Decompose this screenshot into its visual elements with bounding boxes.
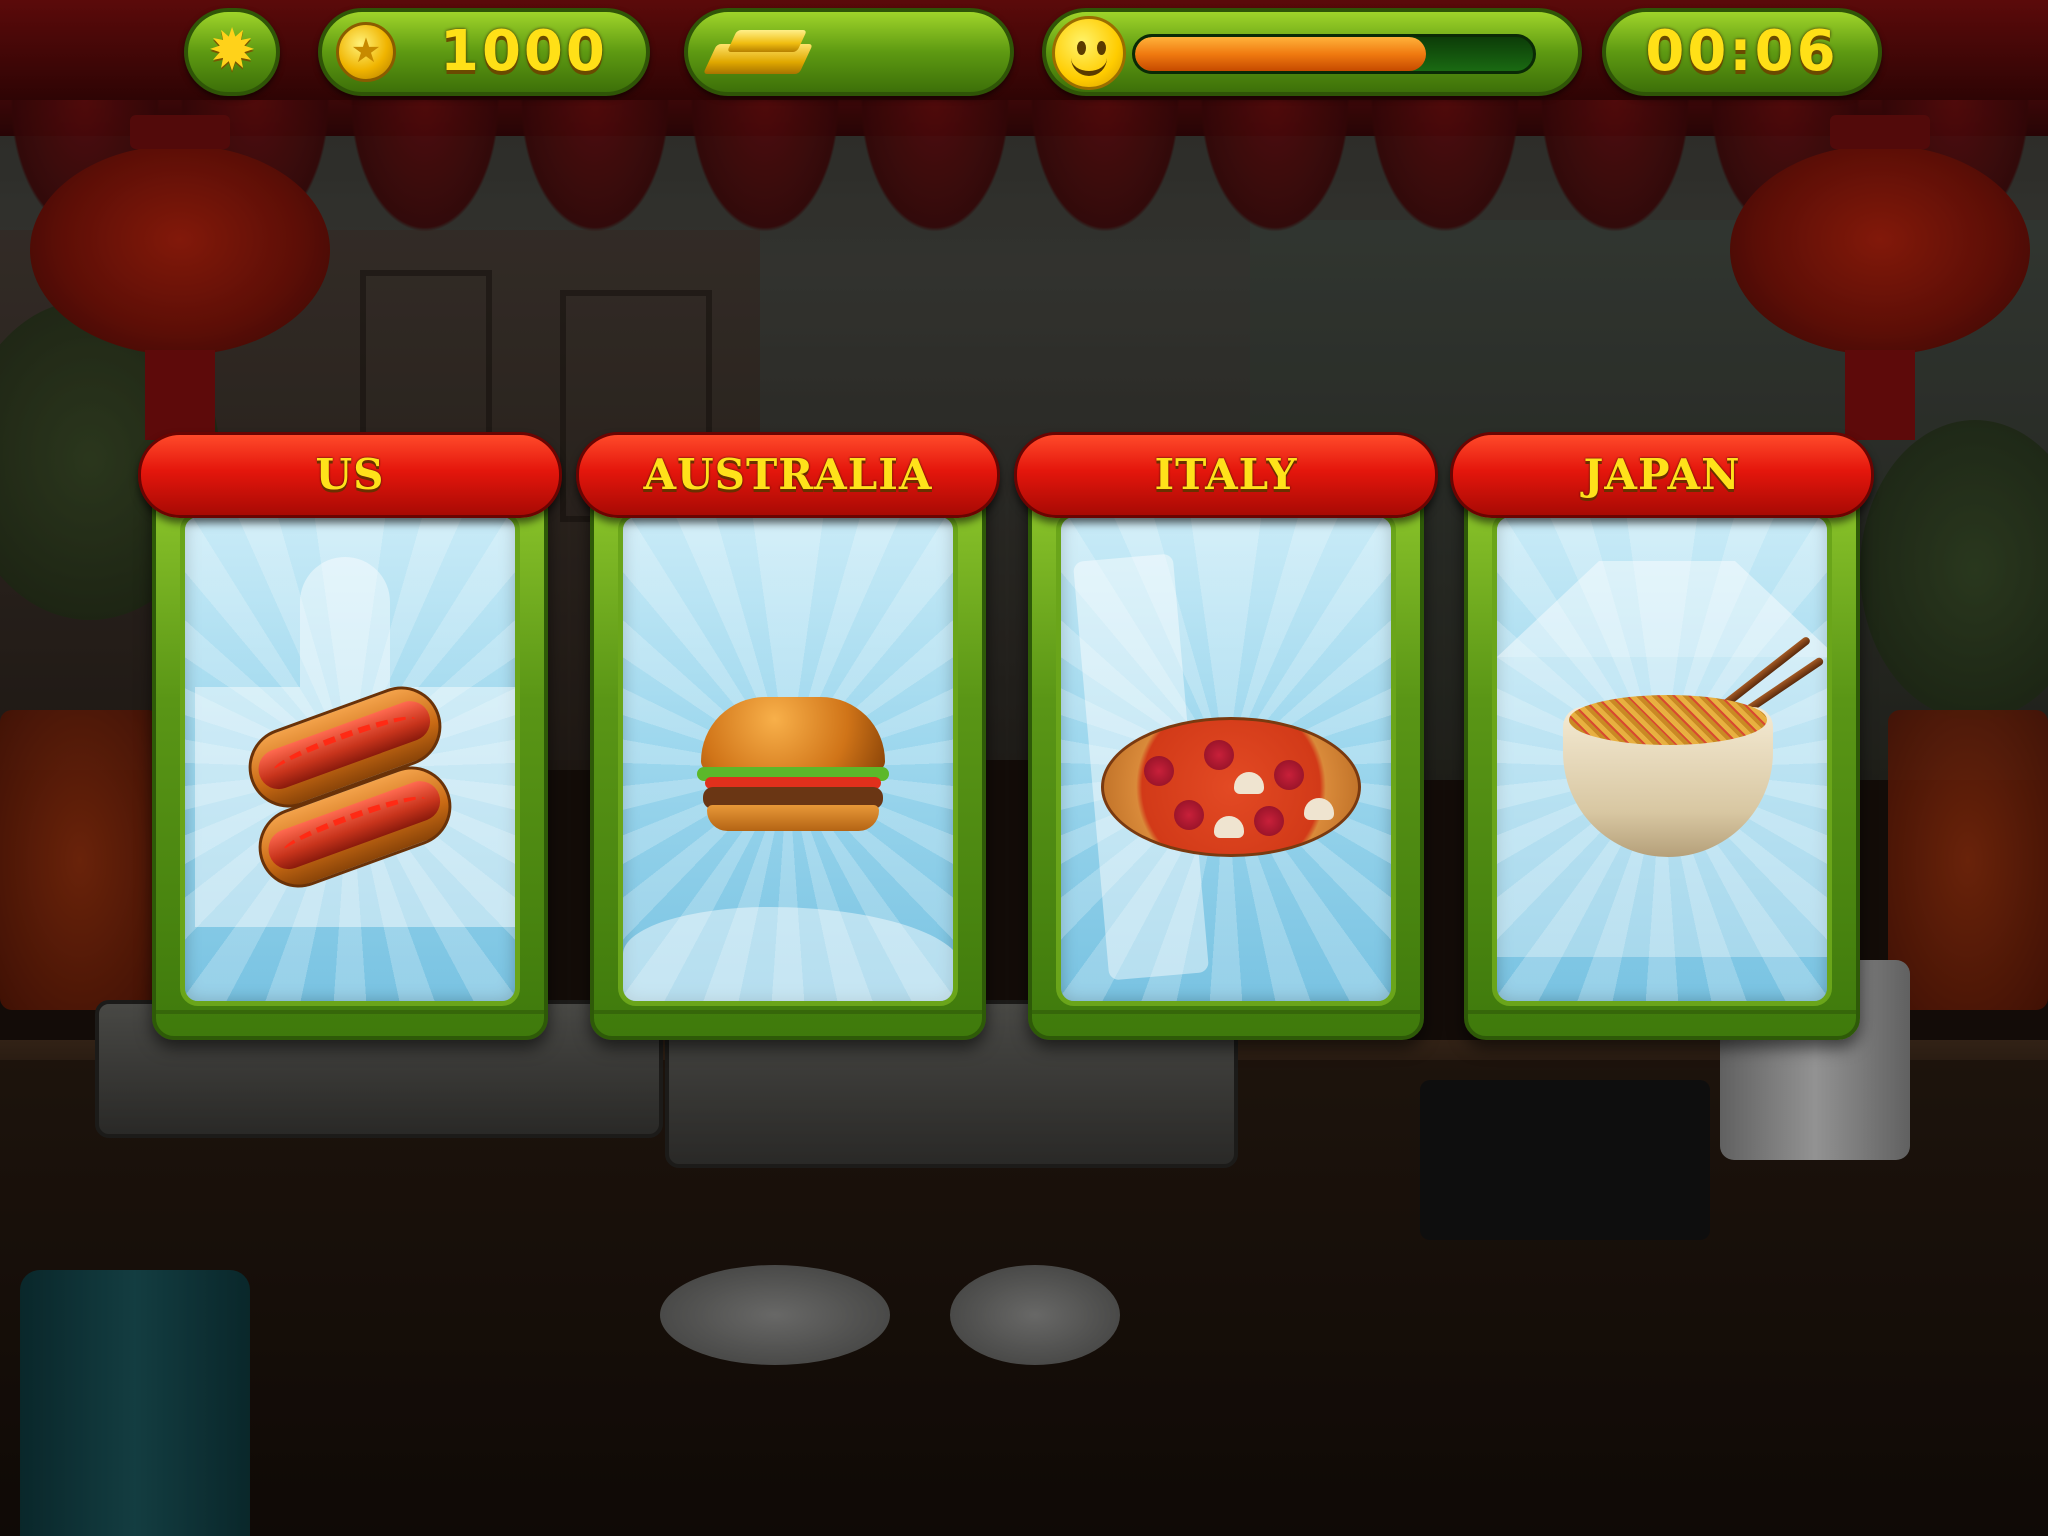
gear-icon: ✹ <box>207 16 257 84</box>
coins-counter: ★ 1000 <box>318 8 650 96</box>
coins-value: 1000 <box>440 19 608 84</box>
level-banner-japan: JAPAN <box>1450 432 1874 518</box>
level-card-japan[interactable]: JAPAN <box>1450 432 1874 1072</box>
level-label: US <box>315 450 385 499</box>
level-banner-us: US <box>138 432 562 518</box>
settings-button[interactable]: ✹ <box>184 8 280 96</box>
pizza-icon <box>1101 717 1361 857</box>
gold-counter <box>684 8 1014 96</box>
level-banner-australia: AUSTRALIA <box>576 432 1000 518</box>
happiness-bar-fill <box>1135 37 1426 71</box>
card-image-italy <box>1056 512 1396 1006</box>
level-card-us[interactable]: US <box>138 432 562 1072</box>
card-image-us <box>180 512 520 1006</box>
level-label: JAPAN <box>1583 450 1741 499</box>
level-card-italy[interactable]: ITALY <box>1014 432 1438 1072</box>
level-card-australia[interactable]: AUSTRALIA <box>576 432 1000 1072</box>
level-banner-italy: ITALY <box>1014 432 1438 518</box>
gold-bar-icon <box>702 30 813 76</box>
level-label: AUSTRALIA <box>643 450 933 499</box>
smiley-icon <box>1052 16 1126 90</box>
capitol-dome-icon <box>300 557 390 687</box>
timer: 00:06 <box>1602 8 1882 96</box>
card-image-japan <box>1492 512 1832 1006</box>
timer-value: 00:06 <box>1645 19 1839 84</box>
happiness-bar-track <box>1132 34 1536 74</box>
level-label: ITALY <box>1154 450 1298 499</box>
noodles-icon <box>1569 695 1767 745</box>
happiness-meter <box>1042 8 1582 96</box>
burger-icon <box>697 697 889 833</box>
coin-icon: ★ <box>336 22 396 82</box>
card-image-australia <box>618 512 958 1006</box>
